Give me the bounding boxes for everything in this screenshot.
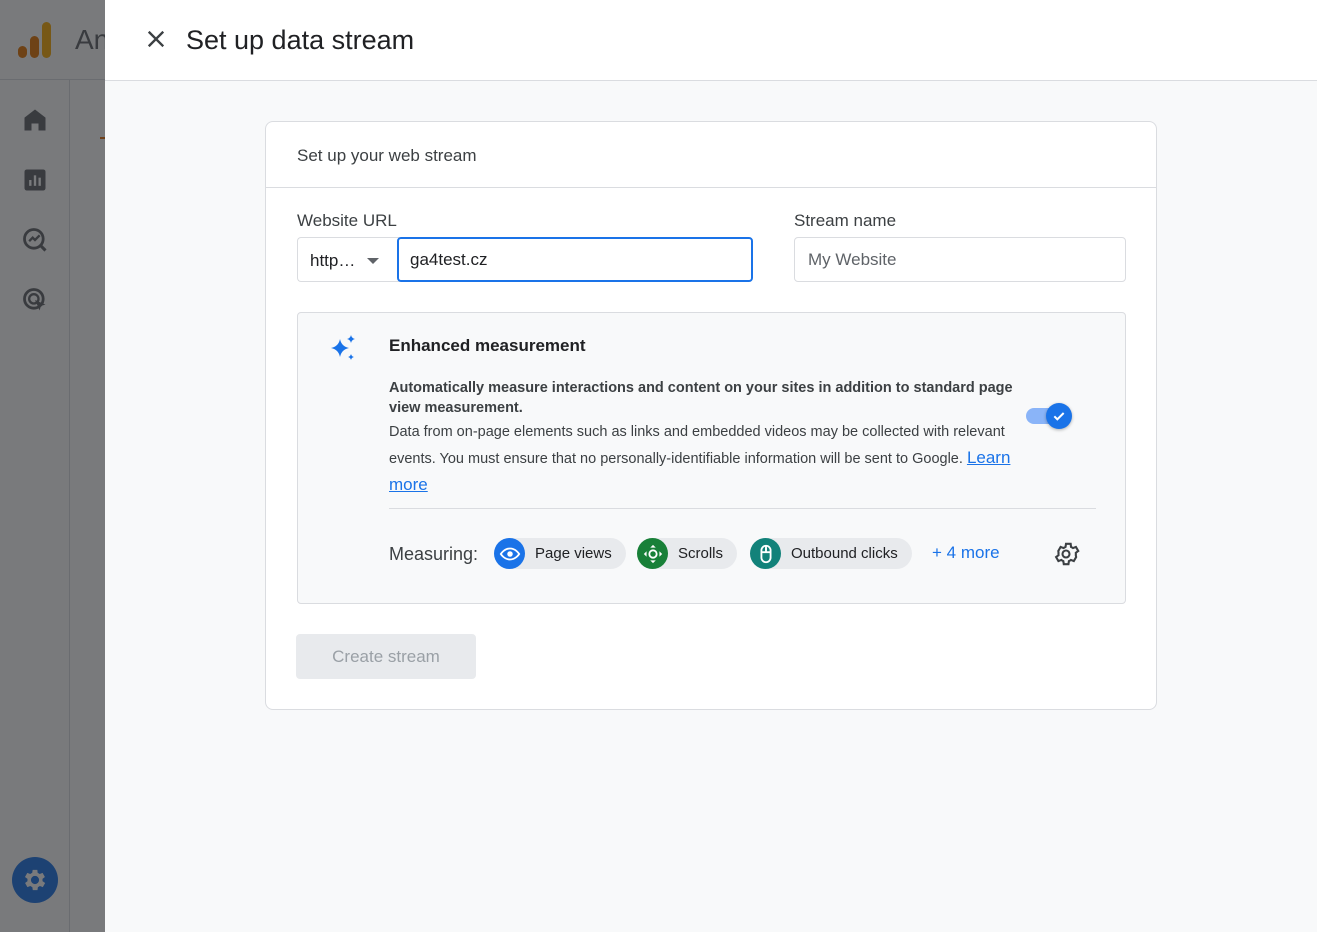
panel-title: Set up data stream [186, 25, 415, 55]
create-stream-button[interactable]: Create stream [296, 634, 476, 679]
protocol-select[interactable]: http… [297, 237, 399, 282]
sparkle-icon [331, 335, 355, 360]
close-icon[interactable] [141, 24, 171, 54]
website-url-input[interactable] [397, 237, 753, 282]
enhanced-measurement-title: Enhanced measurement [389, 336, 586, 355]
enhanced-measurement-description: Data from on-page elements such as links… [389, 420, 1039, 499]
enhanced-measurement-section: Enhanced measurement Automatically measu… [297, 312, 1126, 604]
page-views-chip[interactable]: Page views [494, 538, 626, 569]
outbound-clicks-chip[interactable]: Outbound clicks [750, 538, 912, 569]
stream-name-input[interactable] [794, 237, 1126, 282]
section-divider [389, 508, 1096, 509]
web-stream-card: Set up your web stream Website URL http…… [265, 121, 1157, 710]
card-header: Set up your web stream [266, 122, 1156, 188]
scroll-icon [637, 538, 668, 569]
panel-header: Set up data stream [105, 0, 1317, 81]
chip-label: Page views [535, 545, 612, 562]
scrolls-chip[interactable]: Scrolls [637, 538, 738, 569]
settings-gear-icon[interactable] [1052, 540, 1080, 568]
chip-label: Scrolls [678, 545, 724, 562]
setup-data-stream-panel: Set up data stream Set up your web strea… [105, 0, 1317, 932]
protocol-value: http… [310, 251, 356, 270]
stream-name-label: Stream name [794, 211, 897, 230]
enhanced-measurement-summary: Automatically measure interactions and c… [389, 380, 1013, 416]
website-url-label: Website URL [297, 211, 397, 230]
card-title: Set up your web stream [297, 146, 477, 165]
dropdown-caret-icon [367, 258, 379, 264]
mouse-icon [750, 538, 781, 569]
enhanced-measurement-toggle[interactable] [1026, 403, 1072, 429]
toggle-knob [1046, 403, 1072, 429]
eye-icon [494, 538, 525, 569]
chip-label: Outbound clicks [791, 545, 898, 562]
measuring-label: Measuring: [389, 544, 479, 564]
more-measurements-link[interactable]: + 4 more [932, 543, 1000, 563]
description-text: Data from on-page elements such as links… [389, 424, 1005, 467]
check-icon [1053, 412, 1065, 421]
